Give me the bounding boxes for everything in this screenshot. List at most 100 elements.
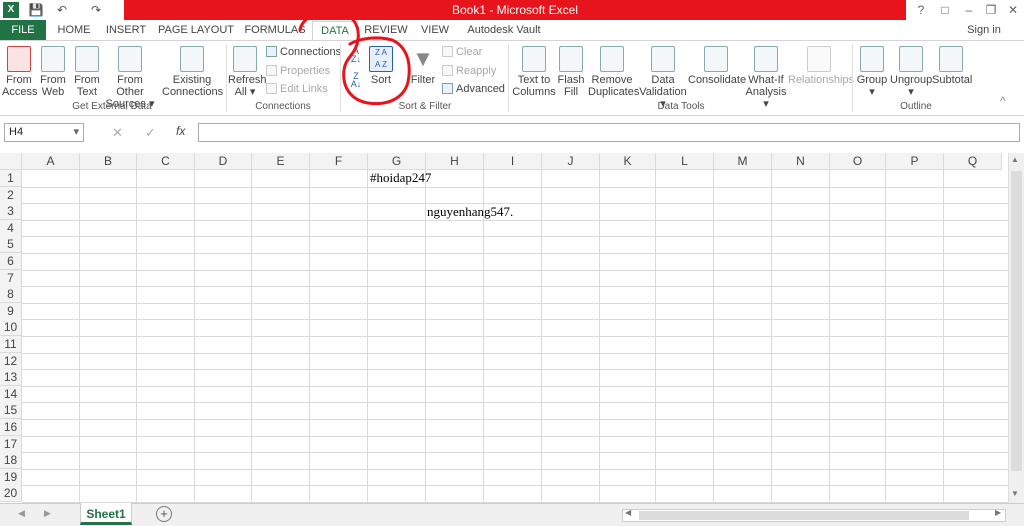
column-header-e[interactable]: E: [252, 153, 310, 170]
refresh-all-button[interactable]: Refresh All ▾: [228, 46, 267, 98]
tab-review[interactable]: REVIEW: [364, 21, 408, 40]
row-header-3[interactable]: 3: [0, 203, 22, 221]
row-header-15[interactable]: 15: [0, 402, 22, 420]
row-header-13[interactable]: 13: [0, 369, 22, 387]
next-sheet-icon[interactable]: ▶: [44, 508, 51, 519]
advanced-button[interactable]: Advanced: [442, 82, 505, 96]
row-header-1[interactable]: 1: [0, 170, 22, 187]
close-icon[interactable]: ✕: [1002, 2, 1024, 18]
ribbon-display-icon[interactable]: □: [934, 2, 956, 18]
column-header-n[interactable]: N: [772, 153, 830, 170]
undo-icon[interactable]: ↶: [54, 2, 70, 18]
row-header-11[interactable]: 11: [0, 336, 22, 353]
minimize-icon[interactable]: –: [958, 2, 980, 18]
select-all-corner[interactable]: [0, 153, 22, 170]
tab-insert[interactable]: INSERT: [104, 21, 148, 40]
scroll-right-icon[interactable]: ▶: [995, 508, 1001, 517]
column-header-k[interactable]: K: [600, 153, 656, 170]
tab-home[interactable]: HOME: [54, 21, 94, 40]
tab-autodesk-vault[interactable]: Autodesk Vault: [464, 21, 544, 40]
what-if-analysis-button[interactable]: What-If Analysis ▾: [744, 46, 788, 110]
edit-links-button[interactable]: Edit Links: [266, 82, 328, 96]
add-sheet-icon[interactable]: +: [156, 506, 172, 522]
row-header-10[interactable]: 10: [0, 319, 22, 337]
redo-icon[interactable]: ↷: [88, 2, 104, 18]
insert-function-icon[interactable]: fx: [176, 124, 185, 138]
scroll-thumb[interactable]: [1011, 171, 1022, 471]
ungroup-button[interactable]: Ungroup ▾: [890, 46, 932, 98]
sign-in-link[interactable]: Sign in: [964, 21, 1004, 40]
sort-az-icon[interactable]: A Z↓: [348, 47, 364, 65]
save-icon[interactable]: 💾: [28, 2, 44, 18]
column-header-b[interactable]: B: [80, 153, 137, 170]
row-header-20[interactable]: 20: [0, 485, 22, 503]
row-header-12[interactable]: 12: [0, 352, 22, 370]
filter-button[interactable]: ▼ Filter: [408, 46, 438, 86]
column-header-m[interactable]: M: [714, 153, 772, 170]
formula-input[interactable]: [198, 123, 1020, 142]
row-header-7[interactable]: 7: [0, 269, 22, 287]
cell-g1[interactable]: #hoidap247: [370, 170, 431, 186]
row-header-6[interactable]: 6: [0, 253, 22, 270]
tab-data[interactable]: DATA: [312, 21, 358, 40]
remove-duplicates-button[interactable]: Remove Duplicates: [588, 46, 639, 98]
column-header-l[interactable]: L: [656, 153, 714, 170]
chevron-down-icon[interactable]: ▾: [73, 124, 79, 141]
row-header-8[interactable]: 8: [0, 286, 22, 304]
prev-sheet-icon[interactable]: ◀: [18, 508, 25, 519]
scroll-down-icon[interactable]: ▼: [1011, 489, 1019, 498]
group-button[interactable]: Group ▾: [856, 46, 888, 98]
column-header-q[interactable]: Q: [944, 153, 1002, 170]
column-header-f[interactable]: F: [310, 153, 368, 170]
row-header-4[interactable]: 4: [0, 219, 22, 237]
row-header-5[interactable]: 5: [0, 236, 22, 254]
row-header-17[interactable]: 17: [0, 435, 22, 453]
enter-icon[interactable]: ✓: [145, 125, 156, 141]
column-header-a[interactable]: A: [22, 153, 80, 170]
reapply-button[interactable]: Reapply: [442, 64, 496, 78]
row-header-9[interactable]: 9: [0, 302, 22, 320]
horizontal-scrollbar[interactable]: ◀ ▶: [622, 508, 1006, 522]
column-header-h[interactable]: H: [426, 153, 484, 170]
sort-button[interactable]: Z AA Z Sort: [366, 46, 396, 86]
connections-button[interactable]: Connections: [266, 45, 341, 59]
tab-file[interactable]: FILE: [0, 20, 46, 40]
help-icon[interactable]: ?: [910, 2, 932, 18]
vertical-scrollbar[interactable]: ▲ ▼: [1008, 153, 1024, 503]
properties-button[interactable]: Properties: [266, 64, 330, 78]
cancel-icon[interactable]: ✕: [112, 125, 123, 141]
scroll-up-icon[interactable]: ▲: [1011, 155, 1019, 164]
column-header-i[interactable]: I: [484, 153, 542, 170]
column-header-c[interactable]: C: [137, 153, 195, 170]
column-header-g[interactable]: G: [368, 153, 426, 170]
hscroll-thumb[interactable]: [639, 511, 969, 520]
row-header-14[interactable]: 14: [0, 385, 22, 403]
tab-page-layout[interactable]: PAGE LAYOUT: [158, 21, 234, 40]
consolidate-button[interactable]: Consolidate: [688, 46, 746, 86]
existing-connections-button[interactable]: Existing Connections: [162, 46, 223, 98]
restore-icon[interactable]: ❐: [980, 2, 1002, 18]
column-header-p[interactable]: P: [886, 153, 944, 170]
row-header-19[interactable]: 19: [0, 468, 22, 486]
scroll-left-icon[interactable]: ◀: [625, 508, 631, 517]
from-access-button[interactable]: From Access: [2, 46, 37, 98]
clear-button[interactable]: Clear: [442, 45, 482, 59]
row-header-18[interactable]: 18: [0, 452, 22, 470]
collapse-ribbon-icon[interactable]: ^: [1000, 94, 1006, 108]
sheet-tab-sheet1[interactable]: Sheet1: [80, 503, 132, 525]
sort-za-icon[interactable]: Z A↓: [348, 72, 364, 90]
tab-view[interactable]: VIEW: [416, 21, 454, 40]
row-header-16[interactable]: 16: [0, 419, 22, 436]
flash-fill-button[interactable]: Flash Fill: [556, 46, 586, 98]
relationships-button[interactable]: Relationships: [788, 46, 854, 86]
column-header-o[interactable]: O: [830, 153, 886, 170]
column-header-j[interactable]: J: [542, 153, 600, 170]
row-header-2[interactable]: 2: [0, 186, 22, 204]
text-to-columns-button[interactable]: Text to Columns: [512, 46, 556, 98]
name-box[interactable]: H4 ▾: [4, 123, 84, 142]
cell-h3[interactable]: nguyenhang547.: [427, 204, 513, 220]
subtotal-button[interactable]: Subtotal: [932, 46, 972, 86]
column-header-d[interactable]: D: [195, 153, 252, 170]
from-web-button[interactable]: From Web: [38, 46, 68, 98]
from-text-button[interactable]: From Text: [72, 46, 102, 98]
